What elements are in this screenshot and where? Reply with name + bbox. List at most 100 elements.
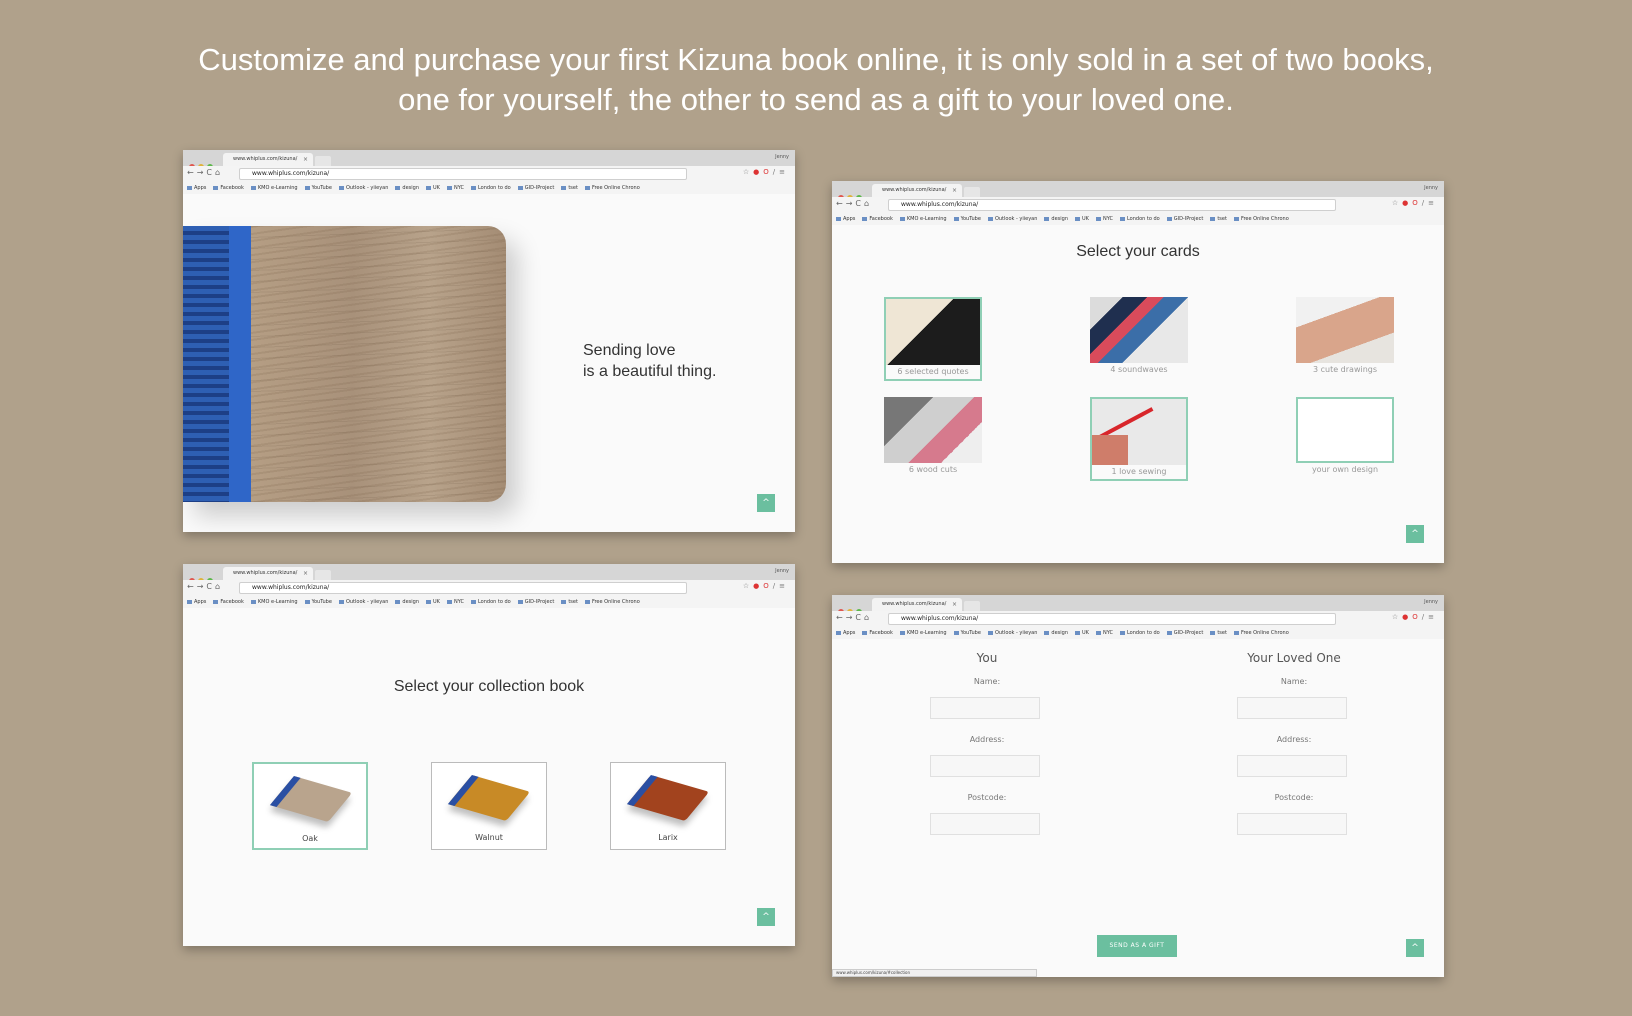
bookmark-item[interactable]: GID-IProject	[1167, 627, 1204, 639]
forward-icon[interactable]: →	[846, 613, 856, 622]
menu-icon[interactable]: ≡	[1428, 199, 1438, 207]
forward-icon[interactable]: →	[197, 168, 207, 177]
card-option-wood-cuts[interactable]: 6 wood cuts	[884, 397, 982, 481]
card-option-soundwaves[interactable]: 4 soundwaves	[1090, 297, 1188, 381]
opera-icon[interactable]: O	[1412, 199, 1422, 207]
browser-user[interactable]: Jenny	[1424, 185, 1438, 191]
opera-icon[interactable]: O	[763, 168, 773, 176]
bookmark-item[interactable]: YouTube	[954, 627, 981, 639]
bookmark-item[interactable]: NYC	[1096, 627, 1113, 639]
scroll-top-button[interactable]: ^	[1406, 939, 1424, 957]
browser-tab[interactable]: www.whiplus.com/kizuna/ ×	[223, 567, 313, 580]
star-icon[interactable]: ☆	[743, 168, 753, 176]
browser-user[interactable]: Jenny	[1424, 599, 1438, 605]
pinterest-icon[interactable]: ●	[753, 582, 763, 590]
forward-icon[interactable]: →	[846, 199, 856, 208]
you-address-input[interactable]	[930, 755, 1040, 777]
scroll-top-button[interactable]: ^	[757, 908, 775, 926]
home-icon[interactable]: ⌂	[215, 168, 223, 177]
new-tab-button[interactable]	[315, 156, 331, 166]
bookmark-item[interactable]: YouTube	[954, 213, 981, 225]
loved-one-address-input[interactable]	[1237, 755, 1347, 777]
star-icon[interactable]: ☆	[743, 582, 753, 590]
scroll-top-button[interactable]: ^	[1406, 525, 1424, 543]
bookmark-item[interactable]: Free Online Chrono	[1234, 627, 1289, 639]
home-icon[interactable]: ⌂	[215, 582, 223, 591]
bookmark-item[interactable]: tset	[561, 182, 578, 194]
bookmark-item[interactable]: Facebook	[213, 596, 244, 608]
bookmark-item[interactable]: Outlook - yiieyan	[988, 213, 1037, 225]
menu-icon[interactable]: ≡	[1428, 613, 1438, 621]
bookmark-item[interactable]: London to do	[471, 182, 511, 194]
menu-icon[interactable]: ≡	[779, 582, 789, 590]
back-icon[interactable]: ←	[836, 613, 846, 622]
bookmark-item[interactable]: London to do	[1120, 213, 1160, 225]
bookmark-item[interactable]: Free Online Chrono	[1234, 213, 1289, 225]
bookmark-item[interactable]: Outlook - yiieyan	[339, 182, 388, 194]
home-icon[interactable]: ⌂	[864, 613, 872, 622]
home-icon[interactable]: ⌂	[864, 199, 872, 208]
pinterest-icon[interactable]: ●	[753, 168, 763, 176]
scroll-top-button[interactable]: ^	[757, 494, 775, 512]
reload-icon[interactable]: C	[206, 582, 215, 591]
bookmark-item[interactable]: GID-IProject	[1167, 213, 1204, 225]
bookmark-item[interactable]: KMO e-Learning	[900, 213, 947, 225]
bookmark-item[interactable]: tset	[1210, 627, 1227, 639]
bookmark-item[interactable]: Facebook	[213, 182, 244, 194]
tab-close-icon[interactable]: ×	[952, 598, 957, 611]
card-option-sewing[interactable]: 1 love sewing	[1090, 397, 1188, 481]
address-bar[interactable]: www.whiplus.com/kizuna/	[888, 613, 1336, 625]
bookmark-item[interactable]: design	[1044, 213, 1068, 225]
collection-option-walnut[interactable]: Walnut	[431, 762, 547, 850]
you-postcode-input[interactable]	[930, 813, 1040, 835]
back-icon[interactable]: ←	[187, 168, 197, 177]
loved-one-postcode-input[interactable]	[1237, 813, 1347, 835]
bookmark-item[interactable]: GID-IProject	[518, 182, 555, 194]
loved-one-name-input[interactable]	[1237, 697, 1347, 719]
address-bar[interactable]: www.whiplus.com/kizuna/	[239, 582, 687, 594]
bookmark-item[interactable]: Apps	[187, 182, 206, 194]
bookmark-item[interactable]: London to do	[1120, 627, 1160, 639]
bookmark-item[interactable]: UK	[1075, 627, 1089, 639]
bookmark-item[interactable]: UK	[426, 596, 440, 608]
star-icon[interactable]: ☆	[1392, 199, 1402, 207]
bookmark-item[interactable]: NYC	[447, 182, 464, 194]
bookmark-item[interactable]: Facebook	[862, 213, 893, 225]
pinterest-icon[interactable]: ●	[1402, 613, 1412, 621]
bookmark-item[interactable]: London to do	[471, 596, 511, 608]
bookmark-item[interactable]: Apps	[836, 213, 855, 225]
back-icon[interactable]: ←	[187, 582, 197, 591]
tab-close-icon[interactable]: ×	[303, 567, 308, 580]
bookmark-item[interactable]: UK	[1075, 213, 1089, 225]
reload-icon[interactable]: C	[855, 199, 864, 208]
browser-tab[interactable]: www.whiplus.com/kizuna/ ×	[872, 184, 962, 197]
back-icon[interactable]: ←	[836, 199, 846, 208]
bookmark-item[interactable]: YouTube	[305, 596, 332, 608]
forward-icon[interactable]: →	[197, 582, 207, 591]
nav-buttons[interactable]: ←→C⌂	[187, 582, 223, 591]
new-tab-button[interactable]	[964, 187, 980, 197]
bookmark-item[interactable]: Free Online Chrono	[585, 182, 640, 194]
menu-icon[interactable]: ≡	[779, 168, 789, 176]
collection-option-oak[interactable]: Oak	[252, 762, 368, 850]
bookmark-item[interactable]: Facebook	[862, 627, 893, 639]
bookmark-item[interactable]: NYC	[447, 596, 464, 608]
bookmark-item[interactable]: tset	[561, 596, 578, 608]
opera-icon[interactable]: O	[1412, 613, 1422, 621]
browser-user[interactable]: Jenny	[775, 154, 789, 160]
tab-close-icon[interactable]: ×	[303, 153, 308, 166]
bookmark-item[interactable]: NYC	[1096, 213, 1113, 225]
bookmark-item[interactable]: Free Online Chrono	[585, 596, 640, 608]
bookmark-item[interactable]: design	[395, 596, 419, 608]
bookmark-item[interactable]: tset	[1210, 213, 1227, 225]
bookmark-item[interactable]: design	[395, 182, 419, 194]
card-option-drawings[interactable]: 3 cute drawings	[1296, 297, 1394, 381]
new-tab-button[interactable]	[964, 601, 980, 611]
tab-close-icon[interactable]: ×	[952, 184, 957, 197]
star-icon[interactable]: ☆	[1392, 613, 1402, 621]
bookmark-item[interactable]: Apps	[187, 596, 206, 608]
nav-buttons[interactable]: ←→C⌂	[836, 199, 872, 208]
new-tab-button[interactable]	[315, 570, 331, 580]
you-name-input[interactable]	[930, 697, 1040, 719]
card-option-quotes[interactable]: 6 selected quotes	[884, 297, 982, 381]
